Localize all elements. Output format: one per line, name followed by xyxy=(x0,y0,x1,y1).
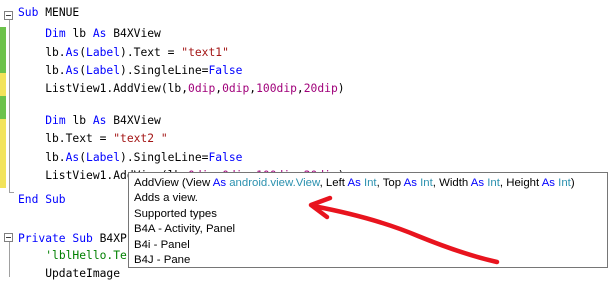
sig-type: .View xyxy=(292,177,320,189)
sig-text: , Top xyxy=(376,177,404,189)
sig-keyword: As xyxy=(470,177,488,189)
code-token: Label xyxy=(86,63,121,77)
code-line[interactable]: End Sub xyxy=(18,188,66,211)
code-line[interactable]: UpdateImage xyxy=(18,262,120,285)
sig-type: Int xyxy=(487,177,500,189)
gutter-changed-bar xyxy=(0,73,6,96)
code-token: 0dip xyxy=(222,81,250,95)
code-token: As xyxy=(65,150,80,164)
code-token: Sub xyxy=(18,5,46,19)
code-token: lb. xyxy=(18,150,66,164)
code-token: ListView1.AddView(lb, xyxy=(18,81,189,95)
fold-guide-line xyxy=(9,20,10,192)
code-token: MENUE xyxy=(45,5,80,19)
fold-guide-line xyxy=(9,242,10,277)
code-token: ( xyxy=(79,63,87,77)
code-token: lb.Text = xyxy=(18,131,114,145)
sig-keyword: As xyxy=(403,177,421,189)
code-token: False xyxy=(208,63,243,77)
code-token: ( xyxy=(79,45,87,59)
code-token: As xyxy=(92,113,114,127)
sig-text: (View xyxy=(178,177,213,189)
code-token: Label xyxy=(86,45,121,59)
code-token: 'lblHello.Te xyxy=(45,248,127,262)
code-token: lb. xyxy=(18,63,66,77)
intellisense-tooltip: AddView (View As android.view.View, Left… xyxy=(128,172,608,268)
tooltip-description: Adds a view. xyxy=(134,192,198,205)
sig-type: Int xyxy=(420,177,433,189)
sig-type: Int xyxy=(363,177,377,189)
collapse-sub-b4xp-icon[interactable] xyxy=(4,233,13,242)
code-line[interactable]: ListView1.AddView(lb,0dip,0dip,100dip,20… xyxy=(18,77,345,100)
code-token: "text1" xyxy=(181,45,229,59)
code-token: Label xyxy=(86,150,121,164)
code-token: ( xyxy=(79,150,87,164)
code-token: As xyxy=(92,26,114,40)
sig-text: , Width xyxy=(432,177,471,189)
code-token: ).Text = xyxy=(120,45,182,59)
tooltip-signature: AddView (View As android.view.View, Left… xyxy=(134,176,602,191)
code-token: 0dip xyxy=(188,81,216,95)
code-token: False xyxy=(208,150,243,164)
code-token: 20dip xyxy=(303,81,338,95)
sig-keyword: As xyxy=(541,177,559,189)
code-token: 100dip xyxy=(256,81,297,95)
collapse-sub-menue-icon[interactable] xyxy=(4,11,13,20)
sig-text: , Left xyxy=(319,177,348,189)
sig-type: view xyxy=(270,177,293,189)
fold-end-marker xyxy=(9,192,14,193)
code-token: ) xyxy=(337,81,345,95)
tooltip-supported-item: B4J - Pane xyxy=(134,253,191,266)
sig-text: , Height xyxy=(499,177,542,189)
sig-text: ) xyxy=(570,177,575,189)
sig-type: android. xyxy=(229,177,271,189)
gutter-saved-bar xyxy=(0,96,6,119)
code-token: Dim xyxy=(45,26,73,40)
code-token: As xyxy=(65,45,80,59)
code-token: ).SingleLine= xyxy=(120,150,209,164)
code-token: End Sub xyxy=(18,192,66,206)
sig-keyword: As xyxy=(347,177,364,189)
code-token: , xyxy=(296,81,304,95)
code-token: lb xyxy=(72,26,93,40)
code-token: Dim xyxy=(45,113,73,127)
sig-method: AddView xyxy=(134,177,179,189)
code-token: B4XView xyxy=(113,113,161,127)
code-token: UpdateImage xyxy=(18,266,121,280)
code-token: ).SingleLine= xyxy=(120,63,209,77)
code-token: B4XView xyxy=(113,26,161,40)
code-token: lb xyxy=(72,113,93,127)
tooltip-supported-item: B4i - Panel xyxy=(134,238,190,251)
code-token: "text2 " xyxy=(113,131,168,145)
code-token: lb. xyxy=(18,45,66,59)
tooltip-supported-item: B4A - Activity, Panel xyxy=(134,223,236,236)
code-line[interactable]: Sub MENUE xyxy=(18,1,79,24)
sig-keyword: As xyxy=(212,177,230,189)
code-token: As xyxy=(65,63,80,77)
gutter-changed-bar xyxy=(0,119,6,188)
sig-type: Int xyxy=(558,177,571,189)
gutter-saved-bar xyxy=(0,27,6,73)
tooltip-supported-label: Supported types xyxy=(134,207,217,220)
